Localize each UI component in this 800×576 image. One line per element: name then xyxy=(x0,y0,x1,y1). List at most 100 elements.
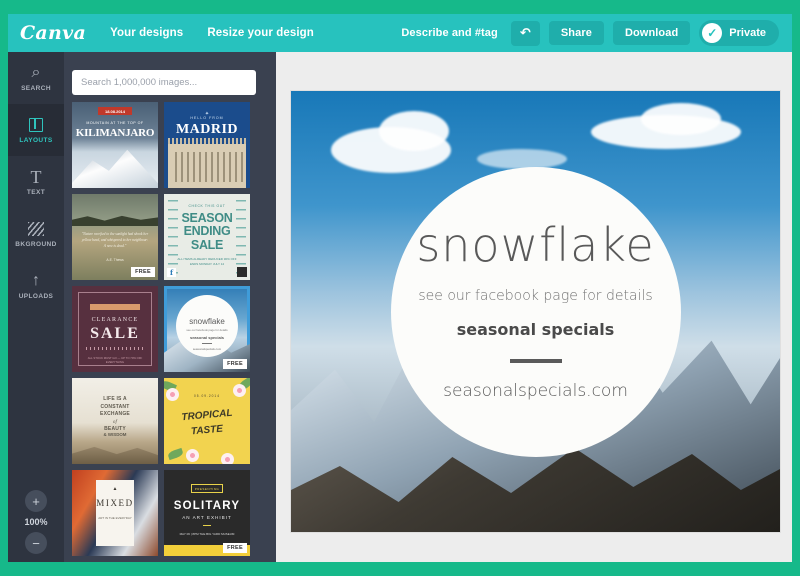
free-badge: FREE xyxy=(223,543,247,553)
design-specials-text[interactable]: seasonal specials xyxy=(457,320,615,339)
design-workspace[interactable]: snowflake see our facebook page for deta… xyxy=(276,52,792,562)
divider-rule xyxy=(202,343,212,344)
top-header-bar: Canva Your designs Resize your design De… xyxy=(8,14,792,52)
search-field-wrapper[interactable] xyxy=(72,70,256,95)
dark-badge xyxy=(237,267,247,277)
divider-rule xyxy=(203,525,211,526)
grid-icon xyxy=(29,116,43,134)
template-subtitle: see our facebook page for details xyxy=(186,328,228,332)
mountain-art xyxy=(72,149,158,188)
template-subtitle: ART IN THE EVERYDAY xyxy=(98,516,132,520)
flower-art xyxy=(186,449,199,462)
template-quote: "Nature rarefied to the sunlight had sho… xyxy=(81,232,149,248)
design-subtitle[interactable]: see our facebook page for details xyxy=(418,288,652,304)
download-button[interactable]: Download xyxy=(612,21,691,45)
palace-windows-art xyxy=(171,152,243,182)
sidebar-item-search[interactable]: ⌕ SEARCH xyxy=(8,52,64,104)
design-divider-rule[interactable] xyxy=(509,359,562,363)
template-title: MADRID xyxy=(175,122,239,137)
template-thumb-clearance-sale[interactable]: CLEARANCE SALE ALL STOCK MUST GO — UP TO… xyxy=(72,286,158,372)
privacy-label: Private xyxy=(729,27,766,39)
template-footer: ALL STOCK MUST GO — UP TO 70% OFF EVERYT… xyxy=(87,355,143,364)
zoom-level-label: 100% xyxy=(24,517,48,527)
template-title: MIXED xyxy=(96,498,134,508)
template-title: SEASON ENDING SALE xyxy=(164,211,250,252)
check-circle-icon: ✓ xyxy=(702,23,723,43)
template-thumb-kilimanjaro[interactable]: 18.08.2014 MOUNTAIN AT THE TOP OF KILIMA… xyxy=(72,102,158,188)
template-thumb-madrid[interactable]: ✦ HELLO FROM MADRID xyxy=(164,102,250,188)
sidebar-item-text[interactable]: T TEXT xyxy=(8,156,64,208)
template-title-line2: TASTE xyxy=(190,423,224,438)
template-thumb-season-ending-sale[interactable]: CHECK THIS OUT SEASON ENDING SALE ALL IT… xyxy=(164,194,250,280)
design-title[interactable]: snowflake xyxy=(416,222,654,268)
white-circle-panel[interactable]: snowflake see our facebook page for deta… xyxy=(390,166,681,457)
title-line-1: SEASON xyxy=(181,211,233,225)
template-footer: MAY 06 | 8PM THE BIG YARD MUSEUM xyxy=(179,532,235,536)
undo-icon[interactable]: ↶ xyxy=(510,20,540,46)
upload-arrow-icon: ↑ xyxy=(32,272,40,289)
leaf-art xyxy=(167,447,184,461)
template-quote: LIFE IS A CONSTANT EXCHANGE of BEAUTY xyxy=(82,396,148,434)
template-author: A.E. Thews xyxy=(106,258,124,262)
quote-line-1: LIFE IS A xyxy=(103,396,127,402)
dotted-divider xyxy=(86,347,144,350)
flower-art xyxy=(221,453,234,464)
share-button[interactable]: Share xyxy=(548,21,604,45)
template-headline: HELLO FROM xyxy=(190,116,224,120)
cloud-art xyxy=(641,103,721,135)
title-line-2: ENDING xyxy=(183,224,231,239)
free-badge: FREE xyxy=(131,267,155,277)
template-grid: 18.08.2014 MOUNTAIN AT THE TOP OF KILIMA… xyxy=(72,102,268,562)
text-icon: T xyxy=(30,167,42,187)
template-date: 05.09.2014 xyxy=(194,394,220,398)
triangle-mark-icon: ▲ xyxy=(112,486,118,492)
sidebar-item-label: UPLOADS xyxy=(18,293,54,300)
template-thumb-nature-quote[interactable]: "Nature rarefied to the sunlight had sho… xyxy=(72,194,158,280)
title-line-3: SALE xyxy=(190,237,224,252)
template-footer: & WISDOM xyxy=(103,432,127,437)
search-input[interactable] xyxy=(81,77,247,88)
template-eyebrow: CHECK THIS OUT xyxy=(188,204,226,208)
zoom-controls: + 100% − xyxy=(8,490,64,554)
sidebar-item-uploads[interactable]: ↑ UPLOADS xyxy=(8,260,64,312)
cloud-art xyxy=(477,149,567,169)
template-subtitle: AN ART EXHIBIT xyxy=(182,515,232,520)
sidebar-item-layouts[interactable]: LAYOUTS xyxy=(8,104,64,156)
sidebar-item-label: BKGROUND xyxy=(15,241,57,248)
template-thumb-tropical-taste[interactable]: 05.09.2014 TROPICAL TASTE xyxy=(164,378,250,464)
template-title: snowflake xyxy=(189,317,225,326)
template-title: SALE xyxy=(90,325,140,342)
canva-logo[interactable]: Canva xyxy=(20,22,86,44)
privacy-toggle[interactable]: ✓ Private xyxy=(699,20,779,46)
sidebar-item-label: TEXT xyxy=(26,189,46,196)
facebook-icon: f xyxy=(167,268,176,277)
header-actions: Describe and #tag ↶ Share Download ✓ Pri… xyxy=(397,20,779,46)
sidebar-item-background[interactable]: BKGROUND xyxy=(8,208,64,260)
template-thumb-solitary-exhibit[interactable]: PRESENTING SOLITARY AN ART EXHIBIT MAY 0… xyxy=(164,470,250,556)
template-title: SOLITARY xyxy=(173,500,241,512)
free-badge: FREE xyxy=(223,359,247,369)
design-canvas[interactable]: snowflake see our facebook page for deta… xyxy=(291,91,780,532)
template-thumb-snowflake[interactable]: snowflake see our facebook page for deta… xyxy=(164,286,250,372)
design-url-text[interactable]: seasonalspecials.com xyxy=(443,381,628,401)
template-footer: ALL ITEMS ALREADY REDUCED 30% OFF ENDS M… xyxy=(177,257,237,266)
template-url: seasonalspecials.com xyxy=(192,347,222,351)
template-thumb-mixed-art[interactable]: ▲ MIXED ART IN THE EVERYDAY xyxy=(72,470,158,556)
quote-line-4: of xyxy=(112,419,118,425)
hatch-icon xyxy=(28,220,44,238)
template-subtitle: MOUNTAIN AT THE TOP OF xyxy=(86,121,144,125)
nav-your-designs[interactable]: Your designs xyxy=(110,27,183,39)
zoom-out-button[interactable]: − xyxy=(25,532,47,554)
template-specials: seasonal specials xyxy=(189,335,225,340)
layouts-panel: 18.08.2014 MOUNTAIN AT THE TOP OF KILIMA… xyxy=(64,52,276,562)
nav-resize-your-design[interactable]: Resize your design xyxy=(207,27,314,39)
sidebar-item-label: LAYOUTS xyxy=(19,137,53,144)
presenting-box: PRESENTING xyxy=(191,484,223,493)
describe-and-tag-button[interactable]: Describe and #tag xyxy=(397,21,501,45)
template-thumb-life-exchange[interactable]: LIFE IS A CONSTANT EXCHANGE of BEAUTY & … xyxy=(72,378,158,464)
treeline-art xyxy=(72,215,158,226)
canva-app-window: Canva Your designs Resize your design De… xyxy=(8,14,792,562)
ribbon-art xyxy=(90,304,140,310)
zoom-in-button[interactable]: + xyxy=(25,490,47,512)
left-tool-rail: ⌕ SEARCH LAYOUTS T TEXT BKGROUND ↑ UPLOA… xyxy=(8,52,64,562)
